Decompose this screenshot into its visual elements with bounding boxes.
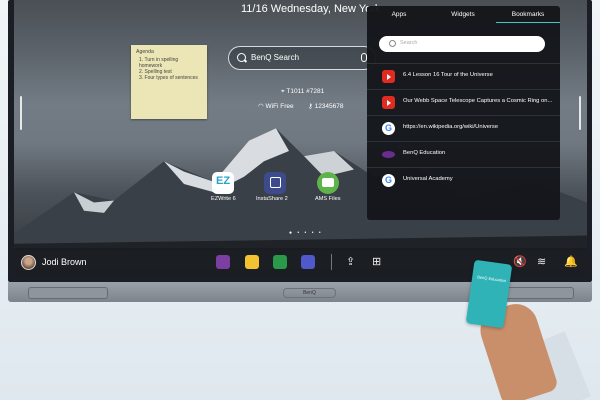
datetime-display: 11/16 Wednesday, New York bbox=[241, 3, 381, 15]
ams-files-app-icon[interactable] bbox=[317, 172, 339, 194]
card-text: BenQ Education bbox=[476, 274, 507, 284]
notification-bell-icon[interactable]: 🔔 bbox=[564, 255, 578, 269]
bookmark-label: BenQ Education bbox=[403, 150, 446, 156]
display-screen: 11/16 Wednesday, New York Agenda 1. Turn… bbox=[14, 0, 587, 276]
sticky-note-item: 1. Turn in spelling homework bbox=[139, 57, 179, 69]
wifi-info: ◠ WiFi Free bbox=[258, 102, 294, 110]
key-icon: ⚷ bbox=[308, 103, 315, 110]
right-edge-handle[interactable] bbox=[579, 96, 581, 130]
tab-bookmarks[interactable]: Bookmarks bbox=[496, 11, 560, 23]
user-name[interactable]: Jodi Brown bbox=[42, 257, 87, 267]
wifi-password: 12345678 bbox=[314, 103, 344, 110]
instashare-glyph bbox=[270, 177, 281, 188]
screen-share-icon[interactable]: ⇪ bbox=[346, 255, 355, 269]
search-icon bbox=[237, 53, 246, 62]
bookmark-item[interactable]: Our Webb Space Telescope Captures a Cosm… bbox=[367, 89, 560, 116]
youtube-icon bbox=[382, 96, 395, 109]
bookmark-item[interactable]: BenQ Education bbox=[367, 141, 560, 168]
nfc-reader-area[interactable] bbox=[498, 287, 574, 299]
wifi-name: WiFi Free bbox=[265, 103, 294, 110]
tab-widgets[interactable]: Widgets bbox=[431, 11, 495, 18]
bookmark-search-input[interactable]: Search bbox=[379, 36, 545, 52]
folder-icon bbox=[322, 178, 334, 187]
launcher-panel: Apps Widgets Bookmarks Search 6.4 Lesson… bbox=[367, 6, 560, 220]
youtube-icon bbox=[382, 70, 395, 83]
app-label: EZWrite 6 bbox=[211, 196, 236, 202]
taskbar-app-yellow[interactable] bbox=[245, 255, 259, 269]
password-info: ⚷ 12345678 bbox=[308, 102, 344, 110]
photo-scene: 11/16 Wednesday, New York Agenda 1. Turn… bbox=[0, 0, 600, 400]
room-info: ⌖ T1011 #7281 bbox=[281, 88, 324, 96]
google-icon bbox=[382, 174, 395, 187]
bookmark-item[interactable]: https://en.wikipedia.org/wiki/Universe bbox=[367, 115, 560, 142]
app-label: AMS Files bbox=[315, 196, 341, 202]
benq-logo: BenQ bbox=[283, 288, 336, 298]
instashare-app-icon[interactable] bbox=[264, 172, 286, 194]
bookmark-label: Our Webb Space Telescope Captures a Cosm… bbox=[403, 98, 553, 104]
teams-icon[interactable] bbox=[301, 255, 315, 269]
front-io-ports bbox=[28, 287, 108, 299]
search-label: BenQ Search bbox=[251, 53, 300, 62]
avatar[interactable] bbox=[21, 255, 36, 270]
bookmark-label: Universal Academy bbox=[403, 176, 453, 182]
room-id: T1011 #7281 bbox=[286, 88, 325, 95]
wifi-status-icon[interactable]: ≋ bbox=[537, 255, 546, 269]
bookmark-label: https://en.wikipedia.org/wiki/Universe bbox=[403, 124, 499, 130]
taskbar-app-purple[interactable] bbox=[216, 255, 230, 269]
benq-icon bbox=[382, 151, 395, 158]
sticky-note[interactable]: Agenda 1. Turn in spelling homework 2. S… bbox=[131, 45, 207, 119]
bookmark-label: 6.4 Lesson 16 Tour of the Universe bbox=[403, 72, 493, 78]
taskbar-app-green[interactable] bbox=[273, 255, 287, 269]
sticky-note-item: 3. Four types of sentences bbox=[139, 75, 198, 81]
panel-tabs: Apps Widgets Bookmarks bbox=[367, 6, 560, 26]
app-grid-icon[interactable]: ⊞ bbox=[372, 255, 381, 269]
tab-apps[interactable]: Apps bbox=[367, 11, 431, 18]
benq-search-bar[interactable]: BenQ Search bbox=[228, 46, 376, 70]
ezwrite-glyph: EZ bbox=[216, 175, 231, 187]
page-indicator[interactable]: ● • • • • bbox=[289, 230, 323, 236]
bookmark-item[interactable]: Universal Academy bbox=[367, 167, 560, 194]
app-label: InstaShare 2 bbox=[256, 196, 288, 202]
left-edge-handle[interactable] bbox=[20, 96, 22, 130]
bookmark-item[interactable]: 6.4 Lesson 16 Tour of the Universe bbox=[367, 63, 560, 90]
google-icon bbox=[382, 122, 395, 135]
mute-icon[interactable]: 🔇 bbox=[513, 255, 527, 269]
search-icon bbox=[389, 40, 396, 47]
ezwrite-app-icon[interactable]: EZ bbox=[212, 172, 234, 194]
search-placeholder: Search bbox=[400, 40, 418, 46]
sticky-note-title: Agenda bbox=[136, 49, 154, 55]
taskbar-divider bbox=[331, 254, 332, 270]
